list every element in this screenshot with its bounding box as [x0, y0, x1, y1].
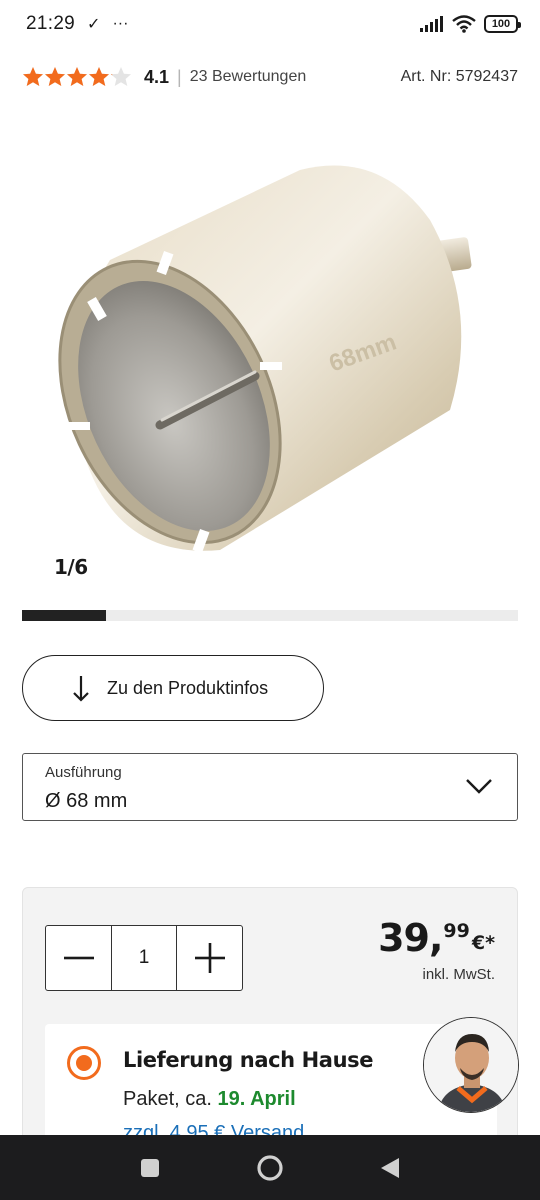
chevron-down-icon — [466, 779, 492, 794]
rating-separator: | — [177, 66, 182, 87]
quantity-input[interactable]: 1 — [111, 926, 177, 990]
advisor-avatar — [424, 1018, 518, 1112]
star-filled-icon — [45, 67, 65, 86]
home-button[interactable] — [250, 1148, 290, 1188]
product-image[interactable]: 68mm — [50, 140, 500, 570]
star-filled-icon — [23, 67, 43, 86]
status-time: 21:29 — [26, 13, 76, 34]
rating-value: 4.1 — [144, 66, 170, 87]
advisor-chat-avatar[interactable] — [423, 1017, 519, 1113]
article-number: Art. Nr: 5792437 — [400, 68, 518, 85]
plus-icon — [194, 943, 225, 973]
circle-icon — [257, 1154, 283, 1181]
image-counter: 1/6 — [54, 555, 88, 579]
variant-value: Ø 68 mm — [45, 790, 128, 812]
status-right-icons: 100 — [420, 15, 521, 33]
back-button[interactable] — [370, 1148, 410, 1188]
vat-note: inkl. MwSt. — [422, 966, 495, 983]
wifi-icon — [452, 15, 476, 33]
delivery-estimate: Paket, ca. 19. April — [123, 1088, 296, 1111]
price-cents: 99 — [443, 920, 470, 942]
delivery-title: Lieferung nach Hause — [123, 1048, 374, 1072]
variant-select[interactable]: Ausführung Ø 68 mm — [22, 753, 518, 821]
delivery-radio[interactable] — [67, 1046, 101, 1080]
arrow-down-icon — [73, 676, 89, 702]
delivery-prefix: Paket, ca. — [123, 1088, 212, 1110]
battery-indicator: 100 — [484, 15, 521, 33]
price-currency: €* — [471, 932, 495, 954]
price-block: 39, 99 €* inkl. MwSt. — [378, 916, 495, 983]
delivery-date: 19. April — [217, 1088, 296, 1110]
star-filled-icon — [89, 67, 109, 86]
quantity-stepper: 1 — [45, 925, 243, 991]
status-left-icons: ✓ ··· — [87, 14, 128, 34]
product-info-button[interactable]: Zu den Produktinfos — [22, 655, 324, 721]
check-icon: ✓ — [87, 16, 101, 33]
reviews-link[interactable]: 23 Bewertungen — [190, 68, 307, 86]
gallery-progress-fill — [22, 610, 107, 621]
more-icon: ··· — [112, 15, 129, 32]
price: 39, 99 €* — [378, 916, 495, 960]
recent-apps-button[interactable] — [130, 1148, 170, 1188]
status-bar: 21:29 ✓ ··· 100 — [0, 0, 540, 48]
price-euros: 39, — [378, 916, 443, 960]
decrease-quantity-button[interactable] — [46, 926, 111, 990]
rating-row: 4.1 | 23 Bewertungen Art. Nr: 5792437 — [22, 62, 518, 92]
minus-icon — [63, 956, 94, 960]
signal-icon — [420, 16, 443, 32]
variant-label: Ausführung — [45, 764, 122, 781]
star-rating[interactable] — [22, 66, 132, 88]
product-info-label: Zu den Produktinfos — [107, 677, 269, 698]
star-filled-icon — [67, 67, 87, 86]
increase-quantity-button[interactable] — [177, 926, 242, 990]
gallery-progress — [22, 610, 518, 621]
triangle-back-icon — [381, 1157, 399, 1178]
system-navigation-bar — [0, 1135, 540, 1200]
square-icon — [141, 1158, 159, 1177]
star-filled-icon — [111, 67, 131, 86]
